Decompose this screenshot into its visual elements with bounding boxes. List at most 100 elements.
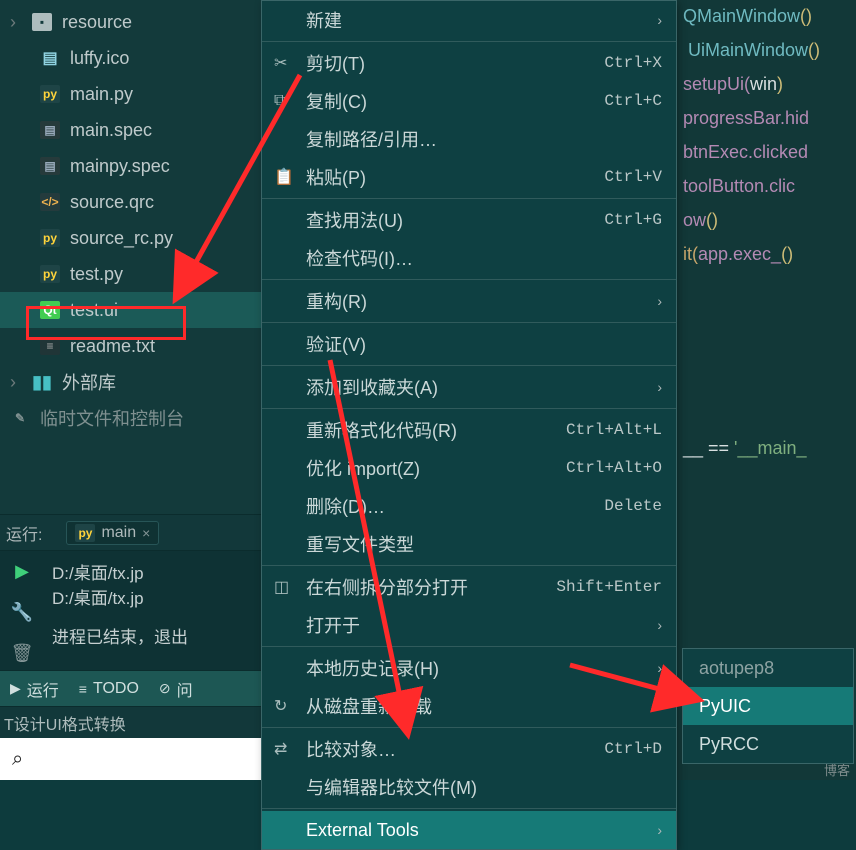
chevron-right-icon: ›: [657, 617, 662, 633]
play-icon: ▶: [10, 680, 21, 697]
ctx-local-history[interactable]: 本地历史记录(H)›: [262, 649, 676, 687]
ctx-copy[interactable]: ⧉复制(C)Ctrl+C: [262, 82, 676, 120]
ctx-new[interactable]: 新建›: [262, 1, 676, 39]
tab-problems[interactable]: ⊘问: [159, 677, 193, 701]
tree-label: main.py: [70, 84, 133, 105]
ctx-reload-disk[interactable]: ↻从磁盘重新加载: [262, 687, 676, 725]
tree-file-test-ui[interactable]: Qt test.ui: [0, 292, 261, 328]
tree-label: source.qrc: [70, 192, 154, 213]
tree-file-source-qrc[interactable]: </> source.qrc: [0, 184, 261, 220]
chevron-right-icon: ›: [657, 379, 662, 395]
search-icon: ⌕: [12, 748, 23, 771]
tree-external-libs[interactable]: › ▮▮ 外部库: [0, 364, 261, 400]
ctx-delete[interactable]: 删除(D)…Delete: [262, 487, 676, 525]
search-bar[interactable]: ⌕: [0, 738, 261, 780]
run-label: 运行:: [6, 521, 42, 545]
ctx-favorites[interactable]: 添加到收藏夹(A)›: [262, 368, 676, 406]
scratch-icon: ✎: [10, 409, 30, 427]
tree-label: resource: [62, 12, 132, 33]
library-icon: ▮▮: [32, 373, 52, 391]
console-line: D:/桌面/tx.jp: [52, 584, 253, 609]
play-icon[interactable]: ▶: [15, 561, 29, 582]
ctx-validate[interactable]: 验证(V): [262, 325, 676, 363]
tab-run[interactable]: ▶运行: [10, 677, 59, 701]
ctx-compare-editor[interactable]: 与编辑器比较文件(M): [262, 768, 676, 806]
run-config-name: main: [101, 524, 136, 542]
tree-label: source_rc.py: [70, 228, 173, 249]
ctx-external-tools[interactable]: External Tools›: [262, 811, 676, 849]
run-tool-window: ▶ 🔧 🗑 D:/桌面/tx.jp D:/桌面/tx.jp 进程已结束，退出: [0, 550, 261, 670]
ctx-compare[interactable]: ⇄比较对象…Ctrl+D: [262, 730, 676, 768]
list-icon: ≡: [79, 681, 87, 697]
sub-pyrcc[interactable]: PyRCC: [683, 725, 853, 763]
sub-pyuic[interactable]: PyUIC: [683, 687, 853, 725]
run-config-selector[interactable]: py main ×: [66, 521, 159, 545]
text-file-icon: ≡: [40, 337, 60, 355]
console-exit: 进程已结束，退出: [52, 623, 253, 648]
qt-file-icon: Qt: [40, 301, 60, 319]
cut-icon: ✂: [274, 53, 287, 73]
ctx-split-right[interactable]: ◫在右侧拆分部分打开Shift+Enter: [262, 568, 676, 606]
wrench-icon[interactable]: 🔧: [11, 602, 33, 623]
chevron-right-icon: ›: [657, 293, 662, 309]
tree-file-test-py[interactable]: py test.py: [0, 256, 261, 292]
spec-file-icon: ▤: [40, 121, 60, 139]
tree-folder-resource[interactable]: › ▪ resource: [0, 4, 261, 40]
tree-label: main.spec: [70, 120, 152, 141]
python-file-icon: py: [40, 229, 60, 247]
diff-icon: ⇄: [274, 739, 287, 759]
tree-label: luffy.ico: [70, 48, 129, 69]
split-icon: ◫: [274, 577, 289, 597]
tree-label: 外部库: [62, 369, 116, 395]
chevron-right-icon: ›: [657, 12, 662, 28]
chevron-right-icon: ›: [657, 660, 662, 676]
folder-icon: ▪: [32, 13, 52, 31]
copy-icon: ⧉: [274, 92, 285, 110]
tree-label: mainpy.spec: [70, 156, 170, 177]
tree-file-main-spec[interactable]: ▤ main.spec: [0, 112, 261, 148]
ctx-inspect[interactable]: 检查代码(I)…: [262, 239, 676, 277]
status-footer: T设计UI格式转换: [0, 706, 261, 738]
tree-scratches[interactable]: ✎ 临时文件和控制台: [0, 400, 261, 436]
ctx-optimize[interactable]: 优化 import(Z)Ctrl+Alt+O: [262, 449, 676, 487]
ctx-cut[interactable]: ✂剪切(T)Ctrl+X: [262, 44, 676, 82]
tree-label: test.ui: [70, 300, 118, 321]
trash-icon[interactable]: 🗑: [11, 643, 34, 664]
run-config-bar: 运行: py main ×: [0, 514, 261, 550]
tree-label: test.py: [70, 264, 123, 285]
tree-file-main-py[interactable]: py main.py: [0, 76, 261, 112]
ctx-paste[interactable]: 📋粘贴(P)Ctrl+V: [262, 158, 676, 196]
paste-icon: 📋: [274, 167, 294, 187]
chevron-right-icon: ›: [657, 822, 662, 838]
tree-file-luffy[interactable]: ▤ luffy.ico: [0, 40, 261, 76]
qrc-file-icon: </>: [40, 193, 60, 211]
console-line: D:/桌面/tx.jp: [52, 559, 253, 584]
ctx-override[interactable]: 重写文件类型: [262, 525, 676, 563]
python-file-icon: py: [40, 85, 60, 103]
ctx-reformat[interactable]: 重新格式化代码(R)Ctrl+Alt+L: [262, 411, 676, 449]
tab-todo[interactable]: ≡TODO: [79, 680, 139, 698]
close-icon[interactable]: ×: [142, 525, 150, 541]
chevron-right-icon: ›: [10, 12, 22, 33]
context-menu: 新建› ✂剪切(T)Ctrl+X ⧉复制(C)Ctrl+C 复制路径/引用… 📋…: [261, 0, 677, 850]
spec-file-icon: ▤: [40, 157, 60, 175]
image-file-icon: ▤: [40, 49, 60, 67]
python-file-icon: py: [40, 265, 60, 283]
ctx-refactor[interactable]: 重构(R)›: [262, 282, 676, 320]
tree-file-mainpy-spec[interactable]: ▤ mainpy.spec: [0, 148, 261, 184]
ctx-open-in[interactable]: 打开于›: [262, 606, 676, 644]
status-tab-bar: ▶运行 ≡TODO ⊘问: [0, 670, 261, 706]
reload-icon: ↻: [274, 696, 287, 716]
sub-aotupep8[interactable]: aotupep8: [683, 649, 853, 687]
ctx-copy-path[interactable]: 复制路径/引用…: [262, 120, 676, 158]
project-tree-panel: › ▪ resource ▤ luffy.ico py main.py ▤ ma…: [0, 0, 261, 780]
footer-text: T设计UI格式转换: [4, 711, 126, 735]
tree-file-source-rc[interactable]: py source_rc.py: [0, 220, 261, 256]
tree-label: readme.txt: [70, 336, 155, 357]
external-tools-submenu: aotupep8 PyUIC PyRCC: [682, 648, 854, 764]
tree-label: 临时文件和控制台: [40, 405, 184, 431]
ctx-find-usages[interactable]: 查找用法(U)Ctrl+G: [262, 201, 676, 239]
chevron-right-icon: ›: [10, 372, 22, 393]
tree-file-readme[interactable]: ≡ readme.txt: [0, 328, 261, 364]
python-file-icon: py: [75, 524, 95, 542]
